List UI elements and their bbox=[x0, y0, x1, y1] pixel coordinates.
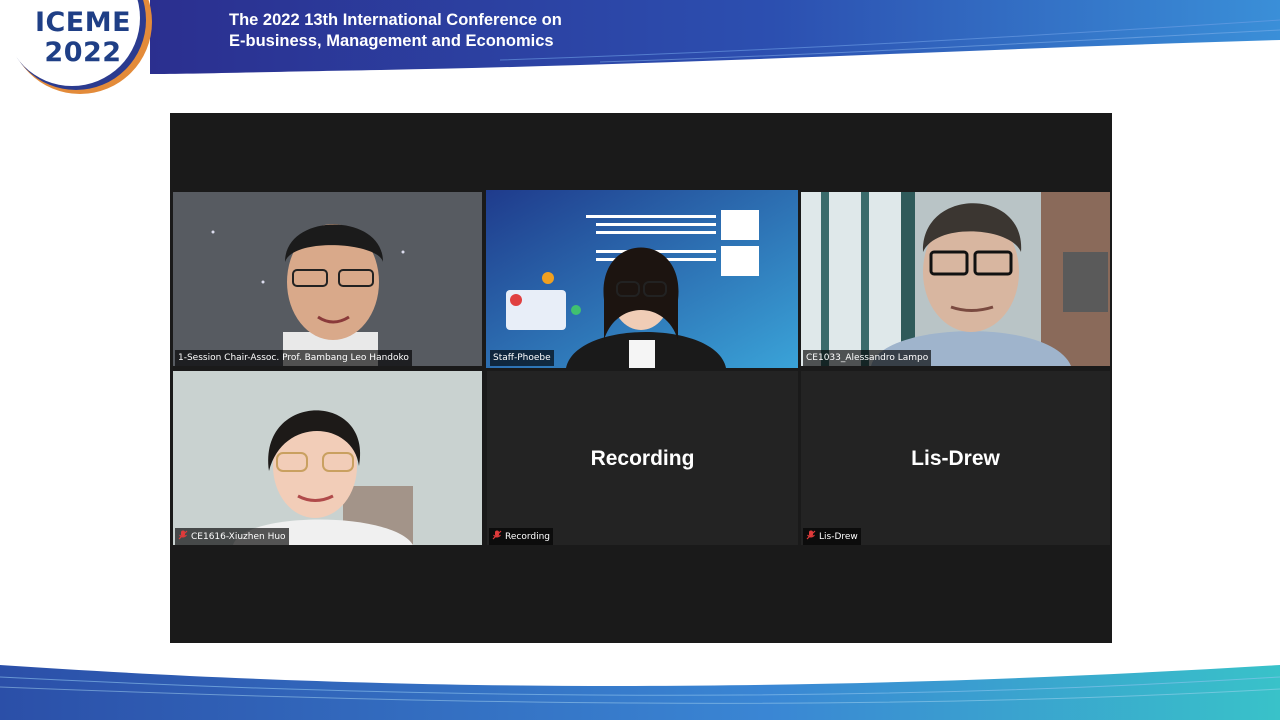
participant-tile-lis-drew[interactable]: Lis-Drew Lis-Drew bbox=[801, 371, 1110, 545]
participant-name-label: Recording bbox=[489, 528, 554, 545]
participant-name: CE1033_Alessandro Lampo bbox=[806, 353, 929, 363]
conference-title-line2: E-business, Management and Economics bbox=[229, 32, 554, 50]
participant-video bbox=[173, 192, 482, 366]
participant-name: Staff-Phoebe bbox=[493, 353, 551, 363]
logo-line1: ICEME bbox=[34, 7, 132, 38]
participant-display-name: Recording bbox=[590, 447, 695, 470]
conference-logo: ICEME 2022 bbox=[18, 8, 148, 68]
participant-tile-recording[interactable]: Recording Recording bbox=[487, 371, 798, 545]
participant-name-label: CE1033_Alessandro Lampo bbox=[803, 350, 932, 366]
conference-banner: ICEME 2022 The 2022 13th International C… bbox=[0, 0, 1280, 100]
participant-video bbox=[173, 371, 482, 545]
participant-display-name: Lis-Drew bbox=[911, 447, 1000, 470]
participant-name: CE1616-Xiuzhen Huo bbox=[191, 532, 286, 542]
participant-tile-staff[interactable]: Staff-Phoebe bbox=[486, 190, 798, 368]
logo-line2: 2022 bbox=[44, 37, 122, 68]
participant-name-label: 1-Session Chair-Assoc. Prof. Bambang Leo… bbox=[175, 350, 412, 366]
participant-name-label: Lis-Drew bbox=[803, 528, 861, 545]
conference-title-line1: The 2022 13th International Conference o… bbox=[229, 11, 562, 29]
muted-mic-icon bbox=[178, 530, 188, 540]
participant-name-label: Staff-Phoebe bbox=[490, 350, 554, 366]
conference-title: The 2022 13th International Conference o… bbox=[229, 10, 562, 52]
participant-name-label: CE1616-Xiuzhen Huo bbox=[175, 528, 289, 545]
banner-background bbox=[4, 0, 1280, 94]
participant-tile-xiuzhen[interactable]: CE1616-Xiuzhen Huo bbox=[173, 371, 482, 545]
video-meeting-gallery: 1-Session Chair-Assoc. Prof. Bambang Leo… bbox=[170, 113, 1112, 643]
participant-video bbox=[486, 190, 798, 368]
participant-video bbox=[801, 192, 1110, 366]
footer-wave bbox=[0, 665, 1280, 720]
participant-name: Recording bbox=[505, 532, 551, 542]
muted-mic-icon bbox=[492, 530, 502, 540]
muted-mic-icon bbox=[806, 530, 816, 540]
participant-tile-alessandro[interactable]: CE1033_Alessandro Lampo bbox=[801, 192, 1110, 366]
participant-tile-session-chair[interactable]: 1-Session Chair-Assoc. Prof. Bambang Leo… bbox=[173, 192, 482, 366]
participant-name: 1-Session Chair-Assoc. Prof. Bambang Leo… bbox=[178, 353, 409, 363]
footer-banner bbox=[0, 655, 1280, 720]
participant-name: Lis-Drew bbox=[819, 532, 858, 542]
